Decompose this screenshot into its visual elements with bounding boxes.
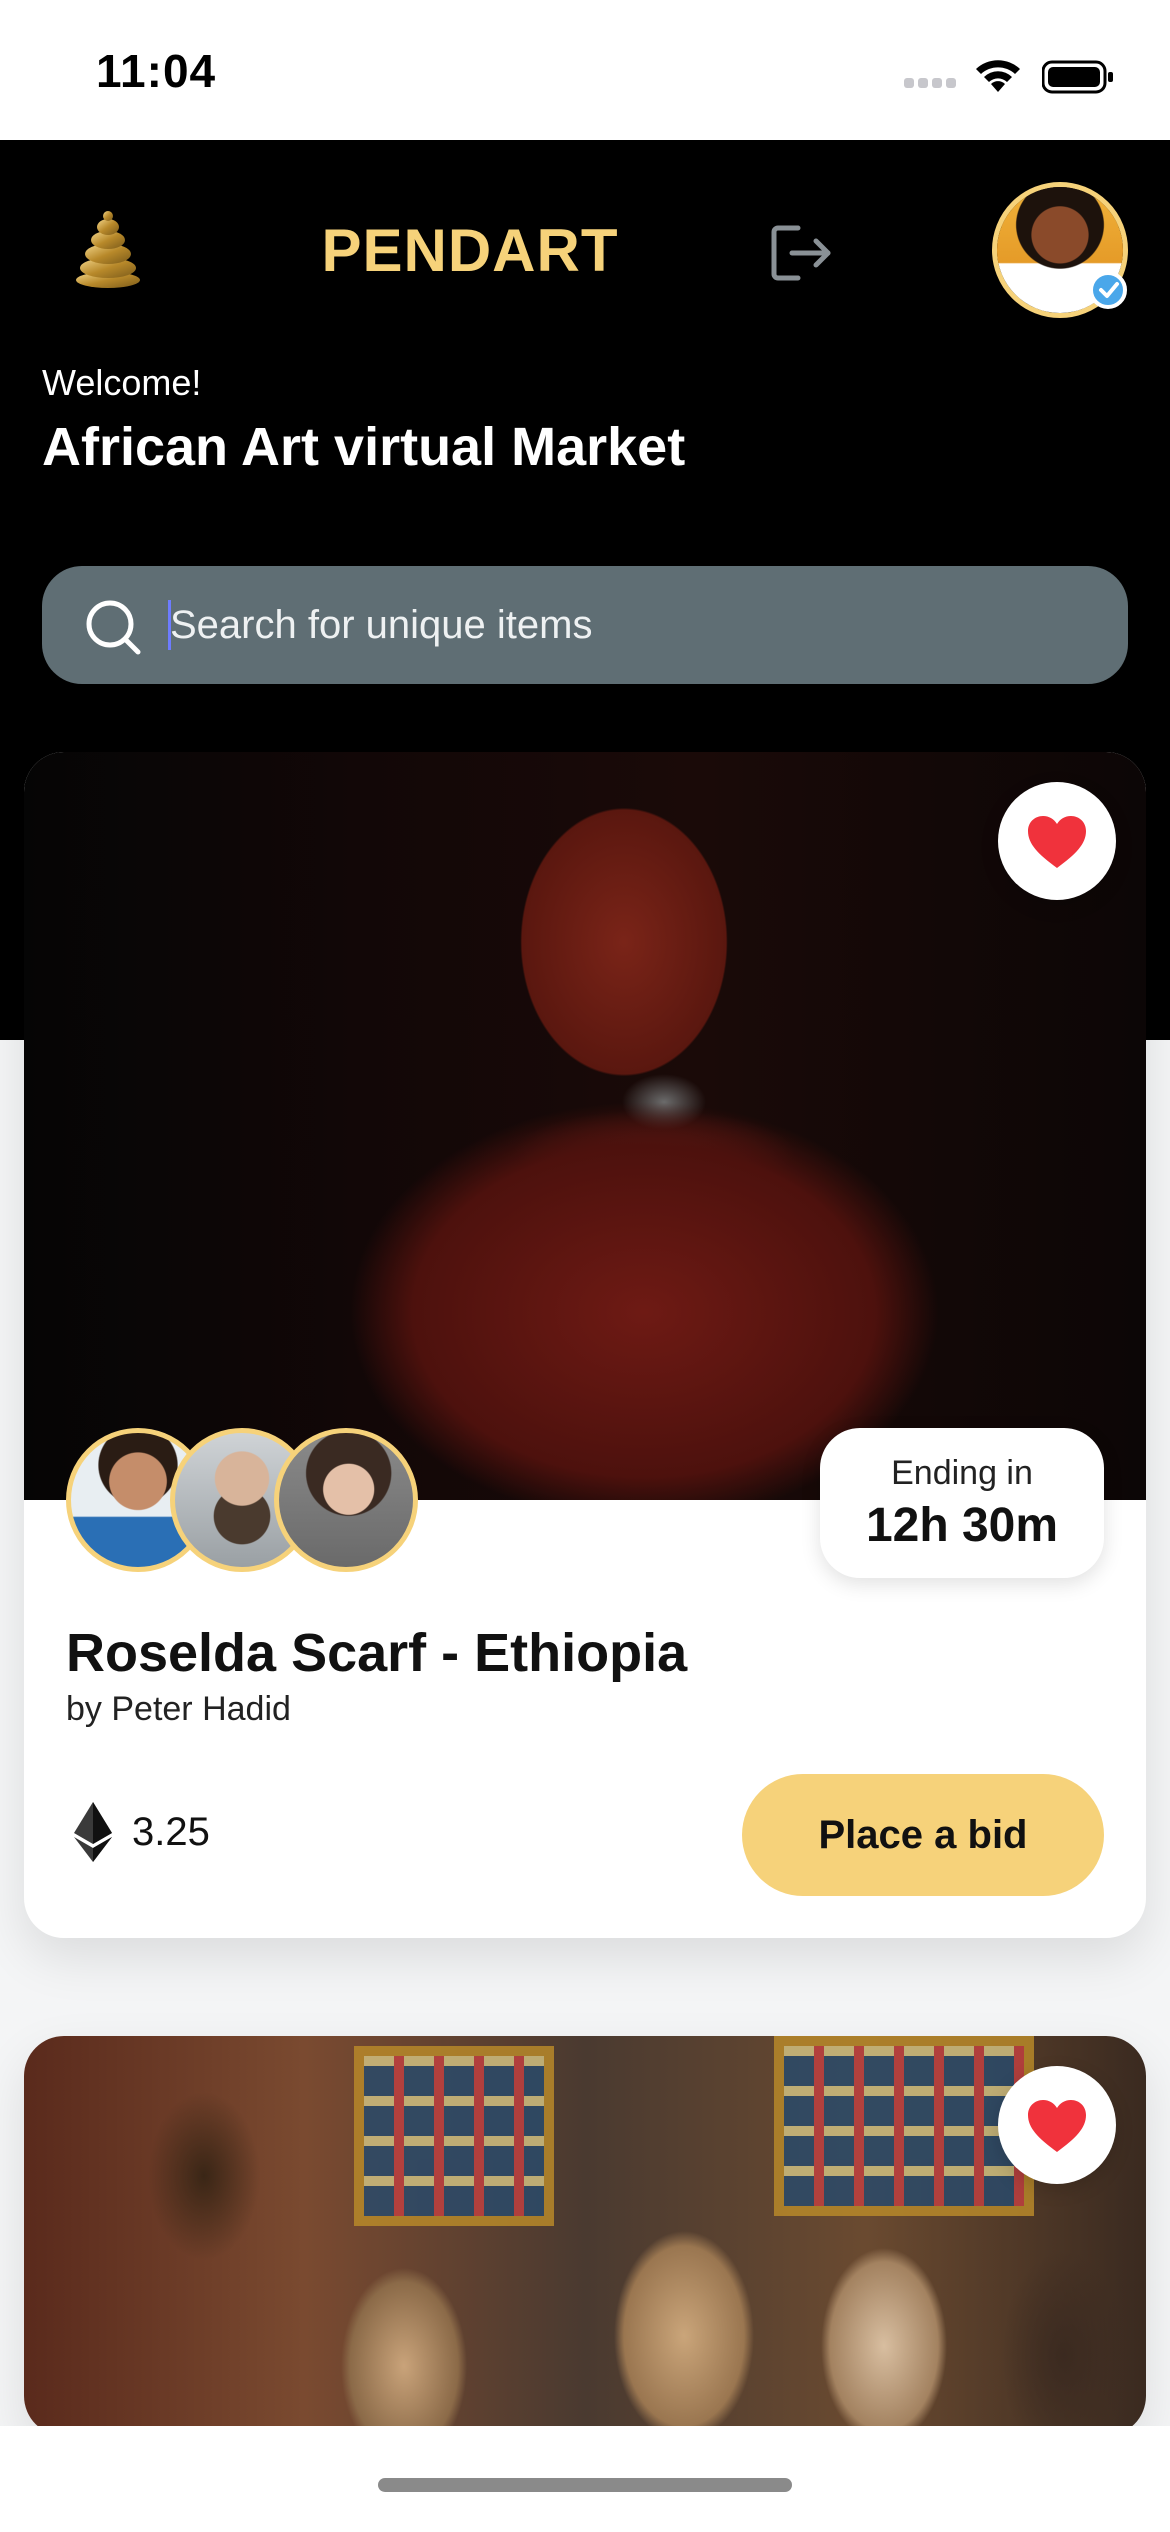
hive-logo-icon[interactable]	[72, 210, 144, 290]
artwork-image[interactable]	[24, 2036, 1146, 2436]
item-title[interactable]: Roselda Scarf - Ethiopia	[66, 1622, 687, 1684]
countdown-label: Ending in	[891, 1454, 1033, 1492]
artwork-image[interactable]	[24, 752, 1146, 1500]
welcome-text: Welcome!	[42, 362, 202, 403]
search-icon	[86, 600, 141, 655]
page-title: African Art virtual Market	[42, 417, 686, 477]
price-value: 3.25	[132, 1810, 210, 1854]
countdown-time: 12h 30m	[865, 1499, 1059, 1552]
heart-icon	[1028, 816, 1086, 868]
search-bar[interactable]	[42, 566, 1128, 684]
countdown-badge: Ending in 12h 30m	[820, 1428, 1104, 1578]
status-time: 11:04	[96, 45, 217, 97]
ethereum-icon	[74, 1802, 112, 1862]
artwork-detail	[774, 2036, 1034, 2216]
bidder-avatar[interactable]	[274, 1428, 418, 1572]
home-indicator[interactable]	[378, 2478, 792, 2492]
place-bid-button[interactable]: Place a bid	[742, 1774, 1104, 1896]
auction-card[interactable]: Ending in 12h 30m Roselda Scarf - Ethiop…	[24, 752, 1146, 1938]
heart-icon	[1028, 2100, 1086, 2152]
search-input[interactable]	[170, 566, 1070, 684]
item-artist[interactable]: by Peter Hadid	[66, 1690, 291, 1729]
favorite-button[interactable]	[998, 2066, 1116, 2184]
verified-check-icon	[1089, 271, 1127, 309]
brand-title: PENDART	[321, 217, 619, 284]
profile-avatar[interactable]	[992, 182, 1128, 318]
logout-icon[interactable]	[768, 220, 834, 286]
wifi-icon	[976, 60, 1020, 92]
status-bar: 11:04	[0, 0, 1170, 140]
cellular-signal-icon	[904, 78, 956, 90]
artwork-detail	[354, 2046, 554, 2226]
status-icons	[904, 52, 1114, 96]
battery-icon	[1042, 60, 1113, 94]
home-bar-area	[0, 2426, 1170, 2532]
bidders-avatars[interactable]	[66, 1428, 426, 1572]
favorite-button[interactable]	[998, 782, 1116, 900]
auction-card[interactable]	[24, 2036, 1146, 2436]
